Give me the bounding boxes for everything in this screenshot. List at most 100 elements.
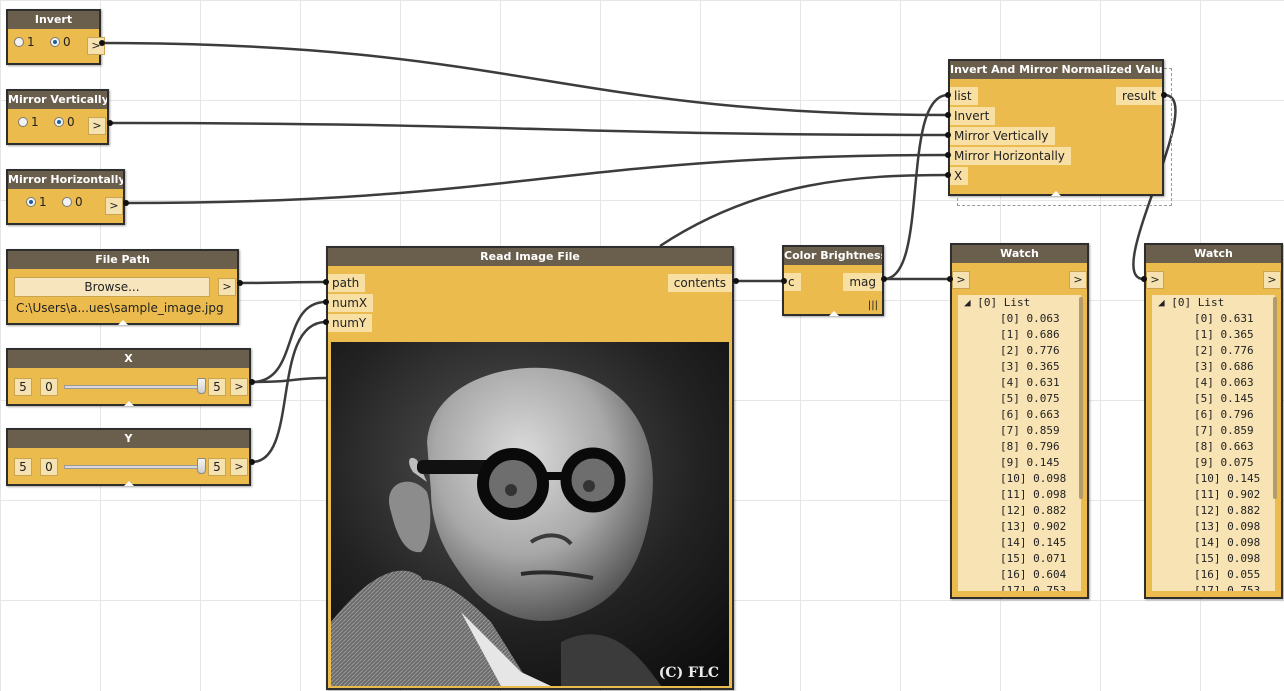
input-port-numy[interactable]: numY	[328, 314, 373, 332]
list-item: [17] 0.753	[1194, 584, 1261, 591]
node-title: Y	[8, 430, 249, 448]
radio-icon	[14, 37, 24, 47]
list-item: [0] 0.063	[1000, 312, 1060, 325]
y-slider-node[interactable]: Y 5 0 5 >	[6, 428, 251, 486]
node-title: File Path	[8, 251, 237, 269]
input-port-mirror-vertically[interactable]: Mirror Vertically	[950, 127, 1055, 145]
wire-mag-list	[883, 93, 949, 281]
color-brightness-node[interactable]: Color Brightness c mag |||	[782, 245, 884, 316]
wire-invert	[101, 41, 949, 117]
list-item: [2] 0.776	[1194, 344, 1254, 357]
invert-node[interactable]: Invert 1 0 >	[6, 9, 105, 65]
expand-caret-icon[interactable]	[124, 401, 134, 406]
output-port[interactable]: >	[230, 378, 248, 396]
list-item: [4] 0.063	[1194, 376, 1254, 389]
radio-icon	[18, 117, 28, 127]
list-item: [1] 0.365	[1194, 328, 1254, 341]
wire-mirror-v	[109, 121, 949, 137]
radio-label: 1	[31, 115, 39, 129]
radio-option-0[interactable]: 0	[54, 115, 75, 129]
radio-label: 1	[27, 35, 35, 49]
radio-option-0[interactable]: 0	[50, 35, 71, 49]
mirror-horizontally-node[interactable]: Mirror Horizontally 1 0 >	[6, 169, 125, 225]
slider-value[interactable]: 0	[40, 378, 58, 396]
list-item: [10] 0.098	[1000, 472, 1067, 485]
list-header[interactable]: ◢ [0] List	[1152, 295, 1275, 311]
node-title: X	[8, 350, 249, 368]
slider-track[interactable]	[64, 385, 206, 389]
slider-thumb[interactable]	[197, 458, 206, 474]
list-item: [12] 0.882	[1000, 504, 1067, 517]
output-port-result[interactable]: result	[1116, 87, 1162, 105]
scrollbar[interactable]	[1273, 297, 1277, 499]
slider-max[interactable]: 5	[208, 458, 226, 476]
list-item: [11] 0.098	[1000, 488, 1067, 501]
lacing-indicator[interactable]: |||	[868, 300, 878, 311]
slider-thumb[interactable]	[197, 378, 206, 394]
input-port-mirror-horizontally[interactable]: Mirror Horizontally	[950, 147, 1071, 165]
browse-button[interactable]: Browse...	[14, 277, 210, 297]
file-path-text: C:\Users\a...ues\sample_image.jpg	[16, 301, 224, 315]
input-port-list[interactable]: list	[950, 87, 978, 105]
list-label: [0] List	[977, 296, 1031, 309]
file-path-node[interactable]: File Path Browse... > C:\Users\a...ues\s…	[6, 249, 239, 325]
output-port[interactable]: >	[87, 37, 105, 55]
output-port[interactable]: >	[1263, 271, 1281, 289]
output-port[interactable]: >	[218, 278, 236, 296]
watch-node-1[interactable]: Watch > > ◢ [0] List [0] 0.063 [1] 0.686[…	[950, 243, 1089, 599]
slider-max[interactable]: 5	[208, 378, 226, 396]
mirror-vertically-node[interactable]: Mirror Vertically 1 0 >	[6, 89, 109, 145]
expand-caret-icon[interactable]	[1051, 191, 1061, 196]
list-header[interactable]: ◢ [0] List	[958, 295, 1081, 311]
list-items: [0] 0.063 [1] 0.686 [2] 0.776 [3] 0.365 [4] …	[958, 311, 1081, 591]
list-item: [6] 0.663	[1000, 408, 1060, 421]
watch-list[interactable]: ◢ [0] List [0] 0.631 [1] 0.365 [2] 0.776 [3…	[1152, 295, 1275, 591]
list-item: [12] 0.882	[1194, 504, 1261, 517]
collapse-triangle-icon[interactable]: ◢	[1158, 296, 1171, 309]
radio-option-1[interactable]: 1	[18, 115, 39, 129]
x-slider-node[interactable]: X 5 0 5 >	[6, 348, 251, 406]
expand-caret-icon[interactable]	[829, 311, 839, 316]
input-port-x[interactable]: X	[950, 167, 969, 185]
watch-node-2[interactable]: Watch > > ◢ [0] List [0] 0.631 [1] 0.365[…	[1144, 243, 1283, 599]
slider-track[interactable]	[64, 465, 206, 469]
list-item: [7] 0.859	[1000, 424, 1060, 437]
slider-min[interactable]: 5	[14, 458, 32, 476]
output-port[interactable]: >	[88, 117, 106, 135]
node-title: Watch	[1146, 245, 1281, 263]
output-port-contents[interactable]: contents	[667, 274, 732, 292]
radio-option-1[interactable]: 1	[14, 35, 35, 49]
input-port[interactable]: >	[1146, 271, 1164, 289]
radio-icon	[62, 197, 72, 207]
radio-selected-icon	[54, 117, 64, 127]
collapse-triangle-icon[interactable]: ◢	[964, 296, 977, 309]
node-title: Read Image File	[328, 248, 732, 266]
input-port-numx[interactable]: numX	[328, 294, 374, 312]
output-port[interactable]: >	[105, 197, 123, 215]
expand-caret-icon[interactable]	[118, 320, 128, 325]
input-port-invert[interactable]: Invert	[950, 107, 996, 125]
input-port-path[interactable]: path	[328, 274, 366, 292]
node-title: Invert And Mirror Normalized Values	[950, 61, 1162, 79]
input-port-c[interactable]: c	[784, 273, 801, 291]
expand-caret-icon[interactable]	[124, 481, 134, 486]
output-port-mag[interactable]: mag	[843, 273, 882, 291]
list-item: [2] 0.776	[1000, 344, 1060, 357]
scrollbar[interactable]	[1079, 297, 1083, 499]
list-item: [3] 0.686	[1194, 360, 1254, 373]
input-port[interactable]: >	[952, 271, 970, 289]
list-item: [13] 0.098	[1194, 520, 1261, 533]
radio-option-1[interactable]: 1	[26, 195, 47, 209]
list-label: [0] List	[1171, 296, 1225, 309]
radio-option-0[interactable]: 0	[62, 195, 83, 209]
slider-value[interactable]: 0	[40, 458, 58, 476]
invert-and-mirror-node[interactable]: Invert And Mirror Normalized Values list…	[948, 59, 1164, 196]
output-port[interactable]: >	[1069, 271, 1087, 289]
list-item: [9] 0.075	[1194, 456, 1254, 469]
list-item: [3] 0.365	[1000, 360, 1060, 373]
list-item: [6] 0.796	[1194, 408, 1254, 421]
slider-min[interactable]: 5	[14, 378, 32, 396]
watch-list[interactable]: ◢ [0] List [0] 0.063 [1] 0.686 [2] 0.776 [3…	[958, 295, 1081, 591]
read-image-file-node[interactable]: Read Image File path numX numY contents	[326, 246, 734, 690]
output-port[interactable]: >	[230, 458, 248, 476]
